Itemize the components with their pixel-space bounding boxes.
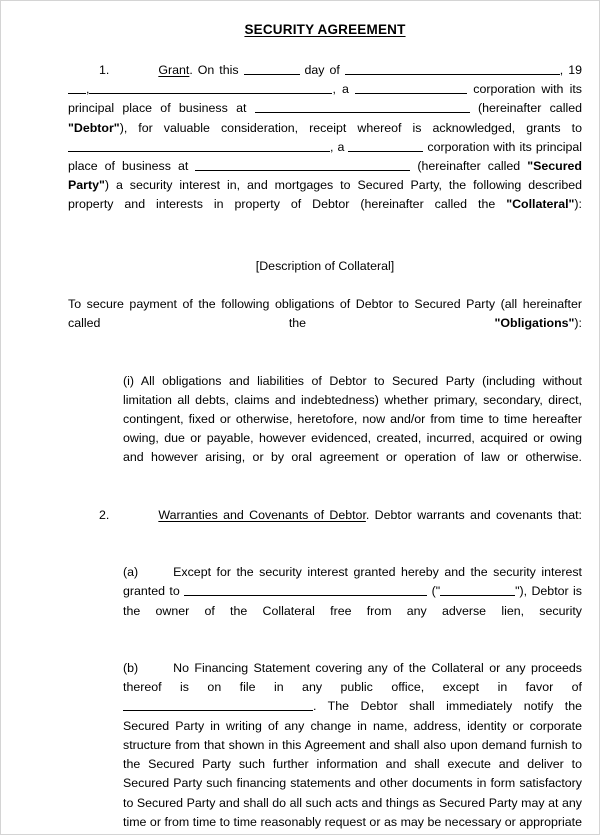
- grant-text-1: . On this: [189, 63, 244, 77]
- blank-existing-lienholder[interactable]: [123, 698, 313, 712]
- document-page: SECURITY AGREEMENT 1. Grant. On this day …: [0, 0, 600, 835]
- grant-text-8: ), for valuable consideration, receipt w…: [119, 120, 582, 135]
- blank-month[interactable]: [344, 62, 560, 75]
- paragraph-warranties-intro: 2. Warranties and Covenants of Debtor. De…: [68, 506, 582, 544]
- grant-text-13: ):: [574, 197, 582, 212]
- paragraph-item-b: (b) No Financing Statement covering any o…: [68, 659, 582, 834]
- blank-debtor-name[interactable]: [89, 81, 333, 95]
- obligations-text-2: ):: [574, 316, 582, 331]
- grant-text-3: , 19: [559, 63, 582, 77]
- section-heading-grant: Grant: [158, 63, 190, 77]
- blank-secured-party-address[interactable]: [195, 158, 411, 172]
- item-b-text-1: No Financing Statement covering any of t…: [123, 661, 582, 695]
- collateral-description-placeholder: [Description of Collateral]: [255, 258, 395, 273]
- paragraph-item-a: (a) Except for the security interest gran…: [68, 563, 582, 640]
- blank-prior-party-term[interactable]: [440, 583, 516, 597]
- section-number-2: 2.: [99, 507, 110, 522]
- grant-text-9: , a: [330, 139, 349, 154]
- blank-year[interactable]: [68, 81, 86, 95]
- grant-text-5: , a: [332, 82, 356, 97]
- section-heading-warranties: Warranties and Covenants of Debtor: [158, 507, 366, 522]
- grant-text-11: (hereinafter called: [410, 159, 528, 174]
- paragraph-item-i: (i) All obligations and liabilities of D…: [123, 373, 582, 465]
- blank-prior-secured-party[interactable]: [184, 583, 428, 597]
- item-b-text-2: . The Debtor shall immediately notify th…: [123, 699, 582, 834]
- page-title-text: SECURITY AGREEMENT: [244, 22, 406, 37]
- paragraph-grant: 1. Grant. On this day of , 19,, a corpora…: [68, 61, 582, 234]
- item-a-label: (a): [123, 565, 139, 580]
- blank-debtor-address[interactable]: [254, 100, 470, 114]
- blank-day[interactable]: [243, 62, 300, 75]
- warranties-intro-text: . Debtor warrants and covenants that:: [365, 507, 582, 522]
- page-content: SECURITY AGREEMENT 1. Grant. On this day …: [1, 1, 599, 834]
- page-title: SECURITY AGREEMENT: [68, 21, 582, 38]
- grant-text-12: ) a security interest in, and mortgages …: [68, 178, 582, 212]
- term-debtor: "Debtor": [68, 120, 120, 135]
- blank-debtor-state[interactable]: [355, 81, 468, 95]
- grant-text-2: day of: [299, 63, 345, 77]
- item-a-quote-close: "),: [515, 584, 528, 599]
- term-obligations: "Obligations": [494, 316, 575, 331]
- blank-secured-party-name[interactable]: [68, 139, 330, 152]
- section-number-1: 1.: [99, 63, 110, 77]
- item-b-label: (b): [123, 661, 139, 676]
- term-collateral: "Collateral": [506, 197, 575, 212]
- paragraph-obligations-intro: To secure payment of the following oblig…: [68, 295, 582, 353]
- grant-text-7: (hereinafter called: [469, 101, 582, 116]
- blank-secured-party-state[interactable]: [348, 139, 424, 152]
- item-a-quote-open: (": [431, 584, 441, 599]
